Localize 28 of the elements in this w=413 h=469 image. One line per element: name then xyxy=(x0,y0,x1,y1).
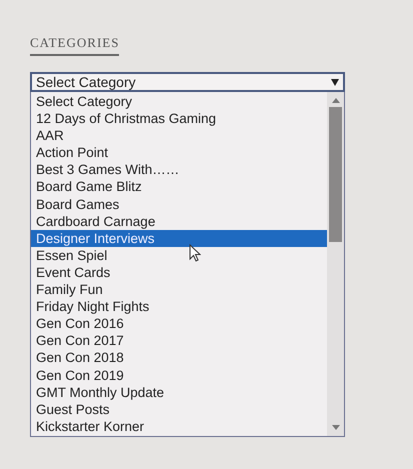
dropdown-option[interactable]: Gen Con 2016 xyxy=(31,315,327,332)
dropdown-option[interactable]: Guest Posts xyxy=(31,400,327,418)
section-heading: CATEGORIES xyxy=(30,35,120,56)
dropdown-option[interactable]: Essen Spiel xyxy=(31,246,327,264)
dropdown-option[interactable]: 12 Days of Christmas Gaming xyxy=(31,110,327,128)
dropdown-option[interactable]: Gen Con 2017 xyxy=(31,332,327,350)
scroll-down-icon[interactable] xyxy=(332,425,340,430)
dropdown-option[interactable]: Action Point xyxy=(31,144,327,162)
dropdown-option[interactable]: Designer Interviews xyxy=(31,230,327,247)
scroll-up-icon[interactable] xyxy=(332,98,340,103)
scrollbar[interactable] xyxy=(327,92,344,436)
mouse-pointer-icon xyxy=(189,244,201,262)
dropdown-option[interactable]: Gen Con 2018 xyxy=(31,349,327,366)
dropdown-option[interactable]: Gen Con 2019 xyxy=(31,366,327,384)
dropdown-option[interactable]: Cardboard Carnage xyxy=(31,212,327,230)
dropdown-option[interactable]: Event Cards xyxy=(31,264,327,282)
dropdown-option[interactable]: Kickstarter Korner xyxy=(31,418,327,435)
caret-icon xyxy=(331,78,339,86)
dropdown-option[interactable]: Board Game Blitz xyxy=(31,178,327,196)
dropdown-option[interactable]: Best 3 Games With…… xyxy=(31,161,327,178)
dropdown-option[interactable]: GMT Monthly Update xyxy=(31,384,327,401)
category-select[interactable]: Select Category xyxy=(30,72,345,92)
dropdown-option[interactable]: Board Games xyxy=(31,196,327,213)
dropdown-option[interactable]: Friday Night Fights xyxy=(31,298,327,316)
scroll-thumb[interactable] xyxy=(329,107,342,242)
dropdown-option[interactable]: AAR xyxy=(31,127,327,144)
dropdown-option[interactable]: Family Fun xyxy=(31,281,327,298)
dropdown-option[interactable]: Select Category xyxy=(31,93,327,110)
